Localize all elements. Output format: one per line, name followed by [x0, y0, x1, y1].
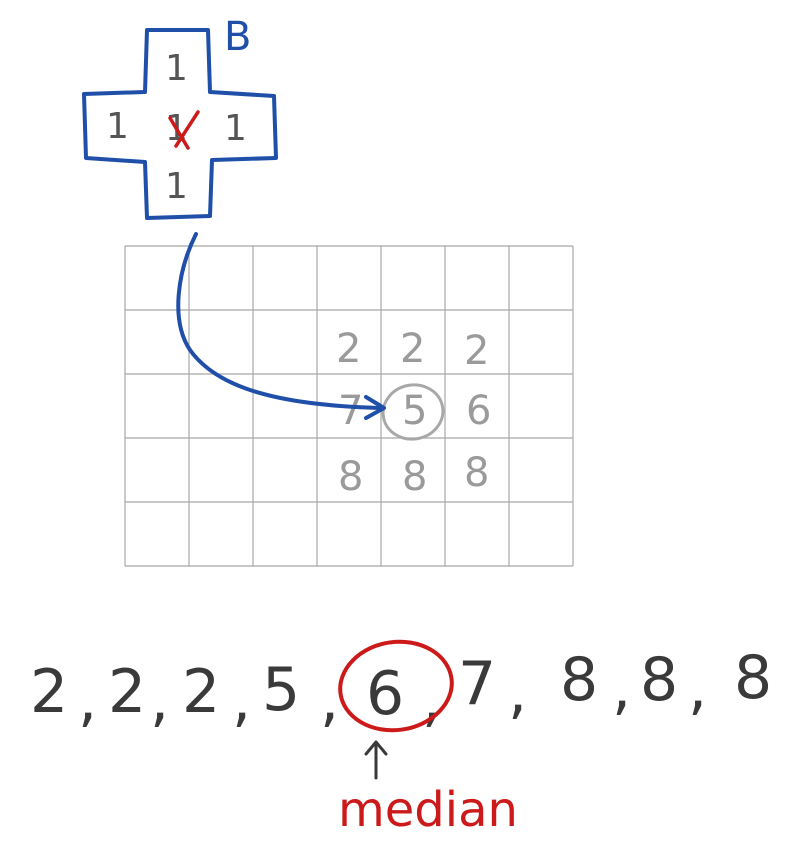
sequence-value: 8: [640, 645, 678, 715]
grid-value: 8: [338, 454, 363, 500]
neighborhood-values: 2 2 2 7 5 6 8 8 8: [336, 326, 491, 500]
sorted-sequence: 2 , 2 , 2 , 5 , 6 , 7 , 8 , 8 , 8: [30, 639, 772, 735]
sequence-value: 7: [458, 649, 496, 719]
sequence-comma: ,: [320, 665, 339, 735]
sequence-comma: ,: [78, 665, 97, 735]
structuring-element: B 1 1 1 1 1: [82, 14, 278, 220]
sequence-comma: ,: [688, 653, 707, 723]
structuring-element-label: B: [224, 14, 251, 60]
cell-right: 1: [224, 108, 247, 149]
sequence-value: 8: [734, 643, 772, 713]
grid-value: 2: [464, 328, 489, 374]
grid-value: 2: [400, 326, 425, 372]
median-pointer: median: [338, 740, 518, 838]
sequence-value: 2: [182, 657, 220, 727]
grid-value: 8: [402, 454, 427, 500]
sequence-value: 5: [262, 655, 300, 725]
grid-value: 5: [402, 388, 427, 434]
sequence-comma: ,: [612, 653, 631, 723]
cell-top: 1: [165, 48, 188, 89]
grid-value: 2: [336, 326, 361, 372]
sequence-comma: ,: [508, 657, 527, 727]
sequence-value: 6: [366, 659, 404, 729]
grid-value: 6: [466, 388, 491, 434]
sequence-value: 8: [560, 645, 598, 715]
placement-arrow-line: [176, 232, 382, 410]
cell-left: 1: [106, 106, 129, 147]
median-filter-diagram: B 1 1 1 1 1 2 2 2 7 5 6 8 8 8 2 , 2 , 2 …: [30, 14, 772, 838]
sequence-value: 2: [30, 657, 68, 727]
sequence-comma: ,: [232, 665, 251, 735]
grid-value: 8: [464, 450, 489, 496]
cell-bottom: 1: [165, 166, 188, 207]
sequence-comma: ,: [150, 665, 169, 735]
sequence-value: 2: [108, 657, 146, 727]
median-label: median: [338, 782, 518, 838]
grid-value: 7: [338, 388, 363, 434]
